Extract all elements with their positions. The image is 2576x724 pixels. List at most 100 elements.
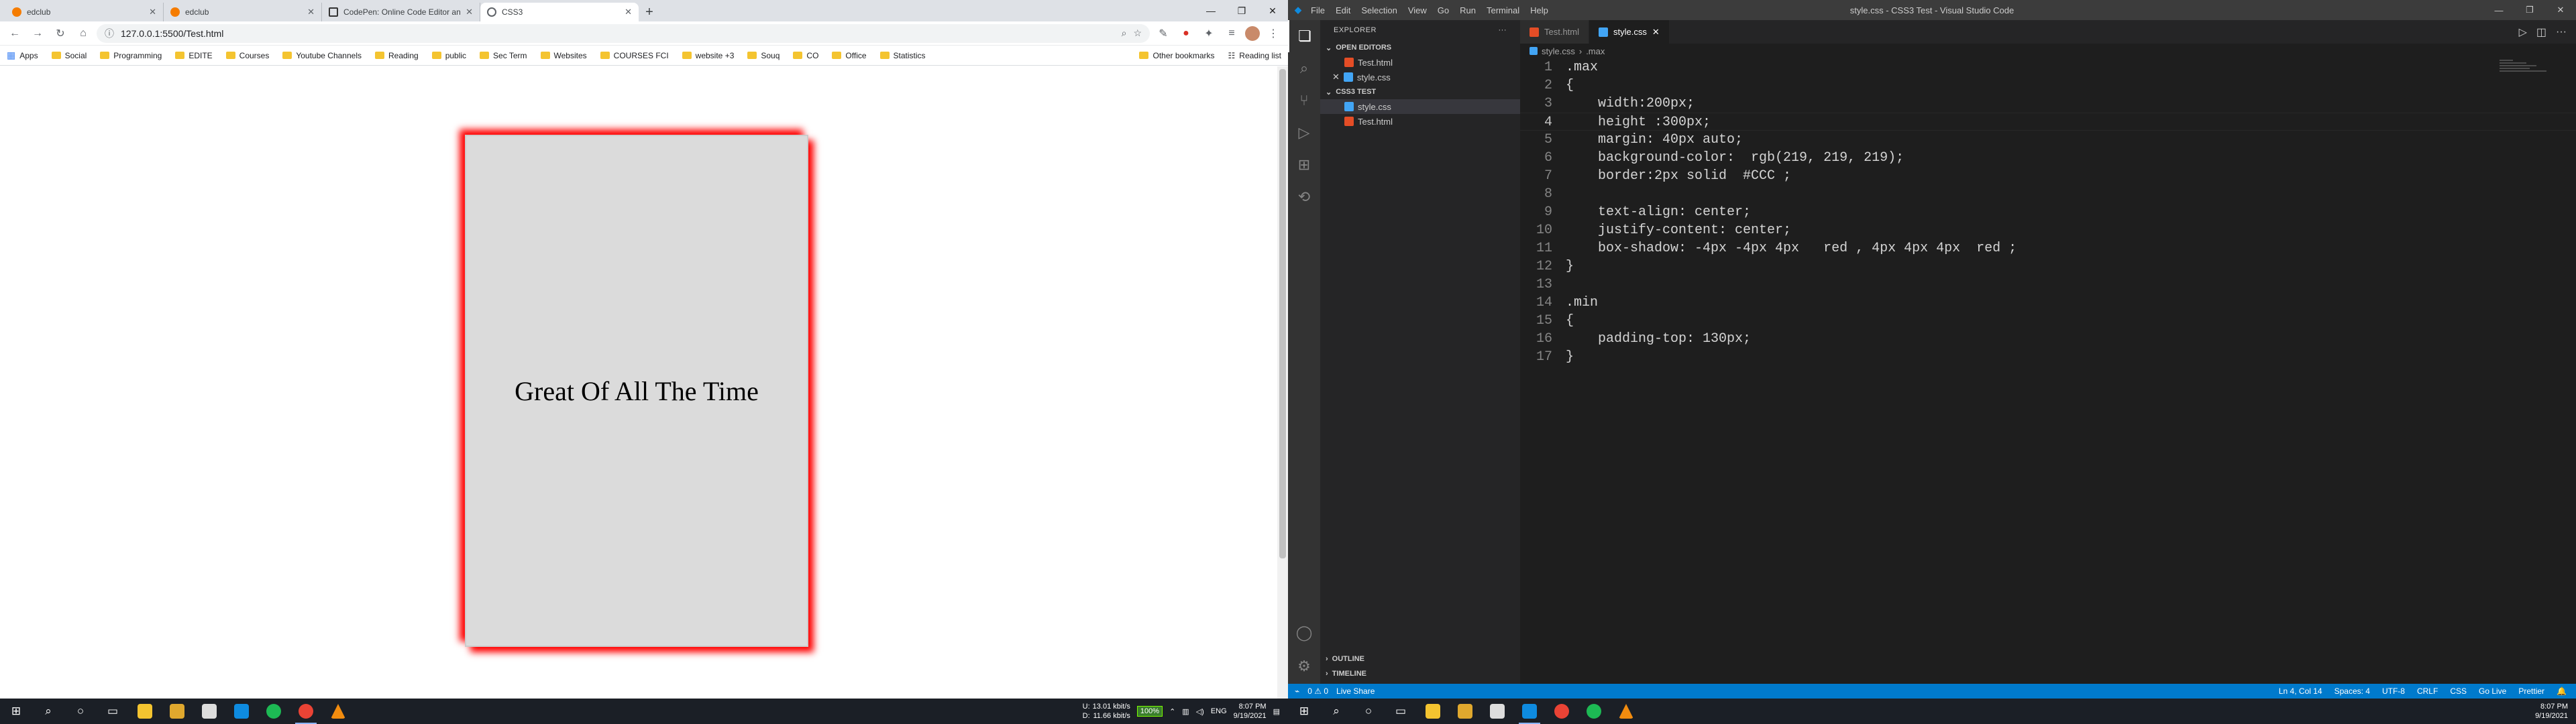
volume-icon[interactable]: ◁) bbox=[1196, 707, 1204, 716]
editor-tab[interactable]: Test.html bbox=[1520, 20, 1590, 44]
breadcrumb-file[interactable]: style.css bbox=[1542, 46, 1575, 56]
minimize-icon[interactable]: — bbox=[1195, 0, 1226, 21]
bookmark-folder[interactable]: Websites bbox=[540, 51, 587, 60]
avatar[interactable] bbox=[1245, 25, 1260, 41]
address-bar[interactable]: ⓘ 127.0.0.1:5500/Test.html ⌕ ☆ bbox=[97, 23, 1150, 43]
bookmark-folder[interactable]: Social bbox=[51, 51, 87, 60]
cortana-icon[interactable]: ○ bbox=[64, 699, 97, 724]
menu-file[interactable]: File bbox=[1311, 5, 1325, 15]
bookmark-apps[interactable]: ▦ Apps bbox=[7, 50, 38, 61]
run-icon[interactable]: ▷ bbox=[2519, 25, 2527, 39]
minimize-icon[interactable]: — bbox=[2483, 0, 2514, 20]
search-icon[interactable]: ⌕ bbox=[1320, 699, 1352, 724]
run-debug-icon[interactable]: ▷ bbox=[1288, 117, 1320, 149]
bookmark-folder[interactable]: Youtube Channels bbox=[282, 51, 362, 60]
remote-icon[interactable]: ⟲ bbox=[1288, 181, 1320, 213]
page-scrollbar[interactable] bbox=[1277, 66, 1288, 699]
workspace-section[interactable]: ⌄ CSS3 TEST bbox=[1320, 84, 1520, 99]
bookmark-folder[interactable]: Sec Term bbox=[480, 51, 527, 60]
editor-tab-active[interactable]: style.css ✕ bbox=[1589, 20, 1670, 44]
language-mode[interactable]: CSS bbox=[2450, 686, 2467, 696]
go-live-button[interactable]: Go Live bbox=[2479, 686, 2506, 696]
chrome-tab-2[interactable]: edclub ✕ bbox=[164, 3, 322, 21]
lang-indicator[interactable]: ENG bbox=[1211, 707, 1227, 715]
clock[interactable]: 8:07 PM 9/19/2021 bbox=[1234, 702, 1267, 721]
indentation[interactable]: Spaces: 4 bbox=[2334, 686, 2370, 696]
close-icon[interactable]: ✕ bbox=[2545, 0, 2576, 20]
encoding[interactable]: UTF-8 bbox=[2382, 686, 2405, 696]
close-icon[interactable]: ✕ bbox=[1652, 27, 1660, 38]
folder-icon[interactable] bbox=[161, 699, 193, 724]
line-ending[interactable]: CRLF bbox=[2417, 686, 2438, 696]
search-icon[interactable]: ⌕ bbox=[32, 699, 64, 724]
folder-icon[interactable] bbox=[1449, 699, 1481, 724]
timeline-section[interactable]: › TIMELINE bbox=[1320, 666, 1520, 681]
close-icon[interactable]: ✕ bbox=[1257, 0, 1288, 21]
store-icon[interactable] bbox=[193, 699, 225, 724]
new-tab-button[interactable]: + bbox=[639, 3, 660, 21]
cortana-icon[interactable]: ○ bbox=[1352, 699, 1385, 724]
vlc-icon[interactable] bbox=[322, 699, 354, 724]
vlc-icon[interactable] bbox=[1610, 699, 1642, 724]
reading-icon[interactable]: ≡ bbox=[1222, 24, 1241, 43]
extensions-icon[interactable]: ⊞ bbox=[1288, 149, 1320, 181]
more-actions-icon[interactable]: ··· bbox=[1499, 26, 1507, 34]
task-view-icon[interactable]: ▭ bbox=[1385, 699, 1417, 724]
maximize-icon[interactable]: ❐ bbox=[2514, 0, 2545, 20]
remote-indicator-icon[interactable]: ⌁ bbox=[1295, 686, 1299, 696]
chrome-tab-1[interactable]: edclub ✕ bbox=[5, 3, 164, 21]
spotify-icon[interactable] bbox=[258, 699, 290, 724]
split-editor-icon[interactable]: ◫ bbox=[2536, 25, 2546, 39]
bookmark-folder[interactable]: public bbox=[431, 51, 466, 60]
account-icon[interactable]: ◯ bbox=[1288, 617, 1320, 649]
close-tab-icon[interactable]: ✕ bbox=[466, 7, 473, 17]
breadcrumb-symbol[interactable]: .max bbox=[1586, 46, 1605, 56]
chevron-up-icon[interactable]: ⌃ bbox=[1169, 707, 1175, 716]
bookmark-star-icon[interactable]: ☆ bbox=[1133, 27, 1142, 39]
cursor-position[interactable]: Ln 4, Col 14 bbox=[2279, 686, 2322, 696]
open-editors-section[interactable]: ⌄ OPEN EDITORS bbox=[1320, 40, 1520, 55]
clock[interactable]: 8:07 PM 9/19/2021 bbox=[2535, 702, 2568, 721]
menu-selection[interactable]: Selection bbox=[1361, 5, 1397, 15]
bookmark-folder[interactable]: Statistics bbox=[879, 51, 926, 60]
battery-badge[interactable]: 100% bbox=[1136, 706, 1163, 717]
menu-help[interactable]: Help bbox=[1530, 5, 1548, 15]
settings-gear-icon[interactable]: ⚙ bbox=[1288, 650, 1320, 682]
open-editor-item[interactable]: ✕ style.css bbox=[1320, 70, 1520, 84]
bookmark-folder[interactable]: Souq bbox=[747, 51, 780, 60]
home-icon[interactable]: ⌂ bbox=[74, 24, 93, 43]
more-actions-icon[interactable]: ··· bbox=[2556, 26, 2567, 38]
file-item[interactable]: Test.html bbox=[1320, 114, 1520, 129]
maximize-icon[interactable]: ❐ bbox=[1226, 0, 1257, 21]
bookmark-reading-list[interactable]: ☷ Reading list bbox=[1228, 51, 1281, 60]
menu-terminal[interactable]: Terminal bbox=[1487, 5, 1519, 15]
scroll-thumb[interactable] bbox=[1279, 69, 1286, 558]
bookmark-folder[interactable]: Programming bbox=[100, 51, 162, 60]
explorer-icon[interactable]: ❏ bbox=[1288, 20, 1320, 52]
live-share-button[interactable]: Live Share bbox=[1336, 686, 1375, 696]
menu-run[interactable]: Run bbox=[1460, 5, 1476, 15]
menu-edit[interactable]: Edit bbox=[1336, 5, 1350, 15]
chrome-tab-4[interactable]: CSS3 ✕ bbox=[480, 3, 639, 21]
windows-start-icon[interactable]: ⊞ bbox=[0, 699, 32, 724]
search-icon[interactable]: ⌕ bbox=[1288, 52, 1320, 84]
bell-icon[interactable]: 🔔 bbox=[2557, 686, 2567, 696]
network-icon[interactable]: ▥ bbox=[1182, 707, 1189, 716]
close-tab-icon[interactable]: ✕ bbox=[625, 7, 632, 17]
store-icon[interactable] bbox=[1481, 699, 1513, 724]
zoom-icon[interactable]: ⌕ bbox=[1122, 27, 1127, 39]
close-tab-icon[interactable]: ✕ bbox=[149, 7, 156, 17]
close-tab-icon[interactable]: ✕ bbox=[307, 7, 315, 17]
bookmark-folder[interactable]: Office bbox=[832, 51, 867, 60]
extension-red-icon[interactable]: ● bbox=[1177, 24, 1195, 43]
spotify-icon[interactable] bbox=[1578, 699, 1610, 724]
puzzle-icon[interactable]: ✦ bbox=[1199, 24, 1218, 43]
code-editor[interactable]: 1 .max 2{ 3 width:200px; 4 height :300px;… bbox=[1520, 58, 2576, 366]
extension-icon[interactable]: ✎ bbox=[1154, 24, 1173, 43]
file-explorer-icon[interactable] bbox=[129, 699, 161, 724]
windows-start-icon[interactable]: ⊞ bbox=[1288, 699, 1320, 724]
chrome-icon[interactable] bbox=[1546, 699, 1578, 724]
open-editor-item[interactable]: Test.html bbox=[1320, 55, 1520, 70]
outline-section[interactable]: › OUTLINE bbox=[1320, 652, 1520, 666]
back-icon[interactable]: ← bbox=[5, 24, 24, 43]
